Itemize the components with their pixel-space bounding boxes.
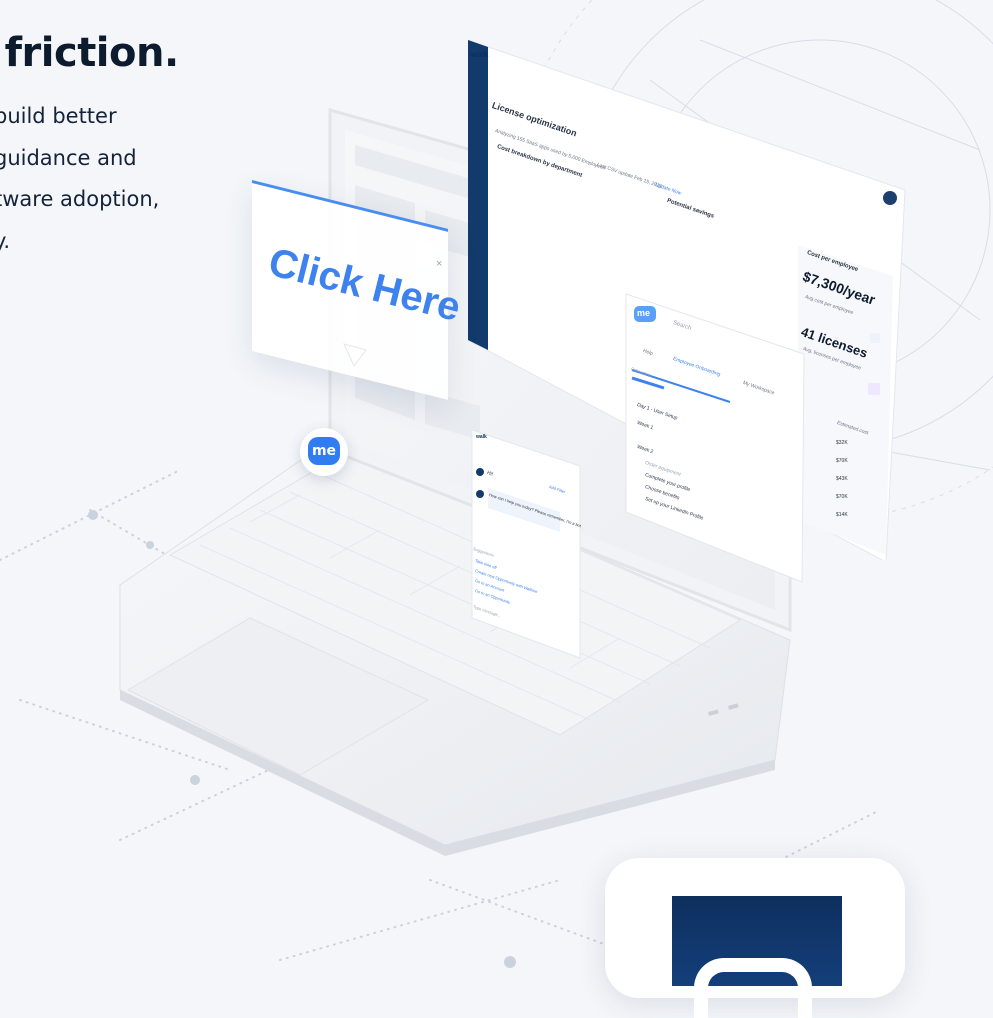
close-icon[interactable]: × <box>436 258 442 270</box>
estimated-value-4: $70K <box>836 494 848 500</box>
chat-frame <box>471 429 581 659</box>
estimated-value-3: $43K <box>836 476 848 482</box>
brand-logo-icon <box>694 958 812 1018</box>
brand-logo-tile <box>672 896 842 1018</box>
click-card-pointer <box>343 343 367 367</box>
onboarding-panel: me Search Help Employee Onboarding My Wo… <box>624 292 806 584</box>
me-widget-button[interactable]: me <box>300 428 348 476</box>
estimated-value-1: $32K <box>836 440 848 446</box>
me-widget-label: me <box>308 437 340 465</box>
dashboard-logo: walk <box>471 50 489 59</box>
onboarding-frame <box>625 293 805 583</box>
onboarding-logo: me <box>637 308 651 318</box>
chat-logo: walk <box>476 434 487 440</box>
estimated-value-2: $70K <box>836 458 848 464</box>
estimated-value-5: $14K <box>836 512 848 518</box>
chat-panel: walk Hi! Add Filter How can I help you t… <box>470 428 582 660</box>
